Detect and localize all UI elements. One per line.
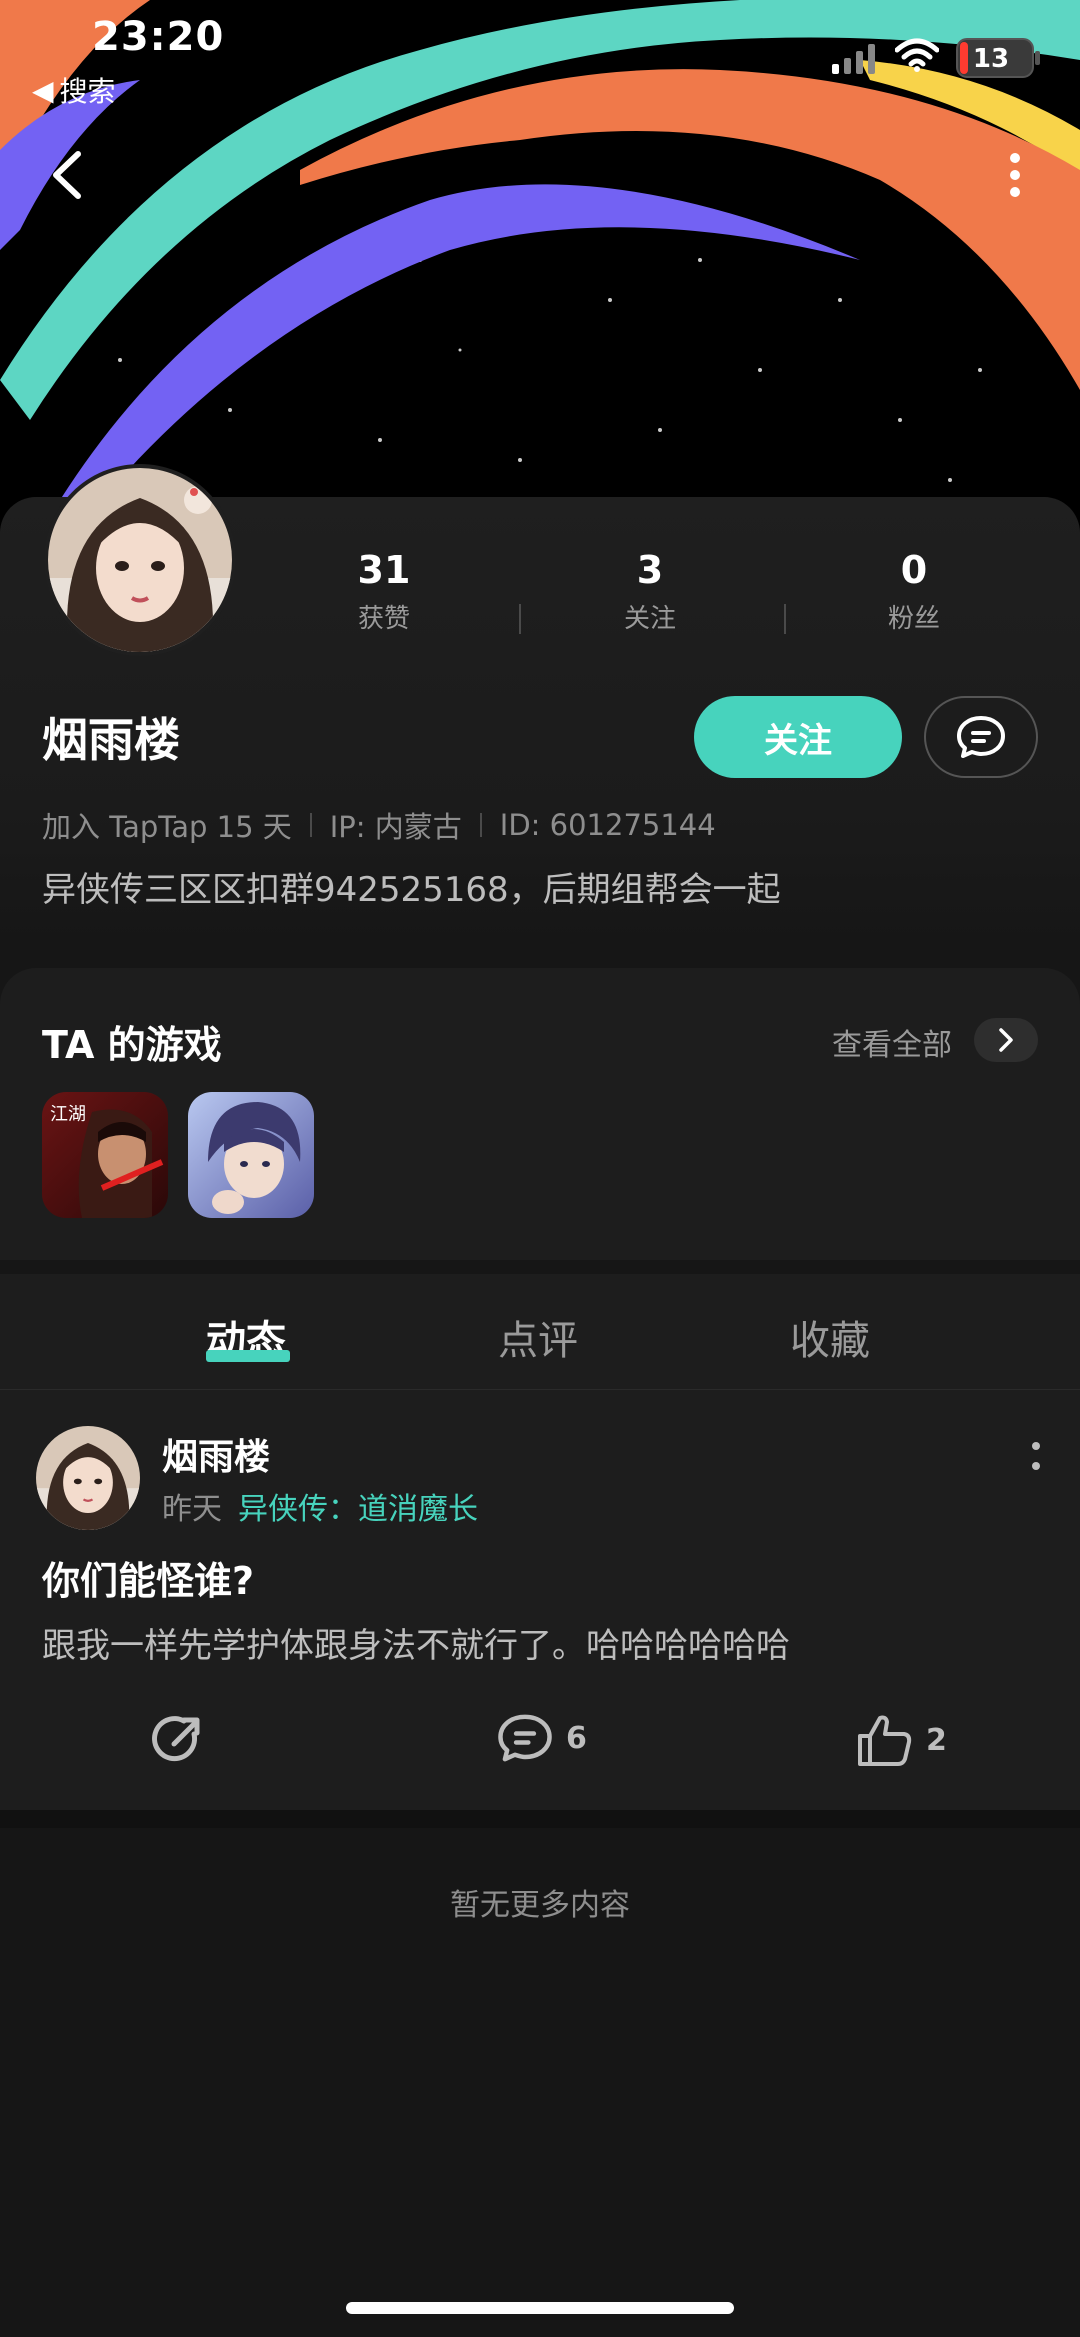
ip-location: IP: 内蒙古 bbox=[329, 810, 462, 844]
meta-divider bbox=[309, 813, 312, 837]
see-all-games-link[interactable]: 查看全部 bbox=[832, 1020, 952, 1064]
profile-bio: 异侠传三区区扣群942525168，后期组帮会一起 bbox=[42, 870, 781, 910]
stat-followers-label: 粉丝 bbox=[887, 604, 940, 634]
chevron-right-icon bbox=[999, 1028, 1013, 1052]
status-bar: 23:20 ◀ 搜索 13 bbox=[0, 0, 1080, 120]
triangle-left-icon: ◀ bbox=[32, 73, 54, 107]
stat-following-label: 关注 bbox=[623, 604, 676, 634]
game-icon-text: 江湖 bbox=[50, 1104, 86, 1125]
avatar-image bbox=[36, 1426, 140, 1530]
no-more-content: 暂无更多内容 bbox=[450, 1888, 630, 1923]
back-to-search-link[interactable]: ◀ 搜索 bbox=[32, 70, 116, 110]
profile-avatar[interactable] bbox=[44, 464, 236, 656]
user-id: ID: 601275144 bbox=[499, 808, 716, 842]
wifi-icon bbox=[895, 38, 939, 72]
battery-level: 13 bbox=[972, 44, 1010, 74]
post-author-name[interactable]: 烟雨楼 bbox=[162, 1428, 270, 1480]
games-section-title: TA 的游戏 bbox=[42, 1023, 222, 1067]
stat-following-value: 3 bbox=[636, 548, 664, 592]
stat-followers-value: 0 bbox=[900, 548, 928, 592]
section-divider bbox=[0, 1810, 1080, 1828]
game-artwork: 江湖 bbox=[42, 1092, 168, 1218]
game-icon-yixiazhuan[interactable] bbox=[188, 1092, 314, 1218]
stat-divider bbox=[519, 604, 521, 634]
like-count: 2 bbox=[926, 1722, 947, 1758]
post-body: 跟我一样先学护体跟身法不就行了。哈哈哈哈哈哈 bbox=[42, 1626, 790, 1666]
post-game-tag[interactable]: 异侠传：道消魔长 bbox=[238, 1484, 478, 1528]
stat-following[interactable]: 3 关注 bbox=[570, 548, 730, 635]
join-duration: 加入 TapTap 15 天 bbox=[42, 810, 292, 844]
tab-reviews[interactable]: 点评 bbox=[498, 1308, 578, 1366]
game-icon-jianghu[interactable]: 江湖 bbox=[42, 1092, 168, 1218]
tab-favorites[interactable]: 收藏 bbox=[790, 1308, 870, 1366]
share-button[interactable] bbox=[150, 1712, 206, 1768]
profile-meta: 加入 TapTap 15 天 IP: 内蒙古 ID: 601275144 bbox=[42, 804, 716, 846]
post-timestamp: 昨天 bbox=[162, 1492, 222, 1527]
share-icon bbox=[152, 1716, 200, 1762]
stat-likes[interactable]: 31 获赞 bbox=[304, 548, 464, 635]
stat-followers[interactable]: 0 粉丝 bbox=[834, 548, 994, 635]
profile-username: 烟雨楼 bbox=[42, 713, 180, 767]
post-author-avatar[interactable] bbox=[36, 1426, 140, 1530]
chat-bubble-icon bbox=[957, 716, 1005, 758]
more-options-icon[interactable] bbox=[1000, 150, 1030, 200]
stat-likes-value: 31 bbox=[357, 548, 411, 592]
back-to-search-label: 搜索 bbox=[59, 75, 116, 108]
home-indicator[interactable] bbox=[346, 2302, 734, 2314]
status-time: 23:20 bbox=[92, 14, 225, 60]
back-arrow-icon[interactable] bbox=[46, 150, 86, 200]
comment-count: 6 bbox=[566, 1720, 587, 1756]
post-title: 你们能怪谁? bbox=[42, 1559, 255, 1603]
comment-icon bbox=[498, 1714, 552, 1762]
avatar-image bbox=[48, 468, 232, 652]
stat-likes-label: 获赞 bbox=[357, 604, 410, 634]
see-all-games-button[interactable] bbox=[974, 1018, 1038, 1062]
post-more-icon[interactable] bbox=[1028, 1438, 1044, 1478]
signal-icon bbox=[832, 44, 875, 74]
game-artwork bbox=[188, 1092, 314, 1218]
meta-divider bbox=[479, 813, 482, 837]
thumbs-up-icon bbox=[858, 1715, 912, 1766]
like-button[interactable]: 2 bbox=[856, 1712, 947, 1768]
follow-button[interactable]: 关注 bbox=[694, 696, 902, 778]
message-button[interactable] bbox=[924, 696, 1038, 778]
stat-divider bbox=[784, 604, 786, 634]
active-tab-indicator bbox=[206, 1350, 290, 1362]
comment-button[interactable]: 6 bbox=[496, 1712, 587, 1764]
